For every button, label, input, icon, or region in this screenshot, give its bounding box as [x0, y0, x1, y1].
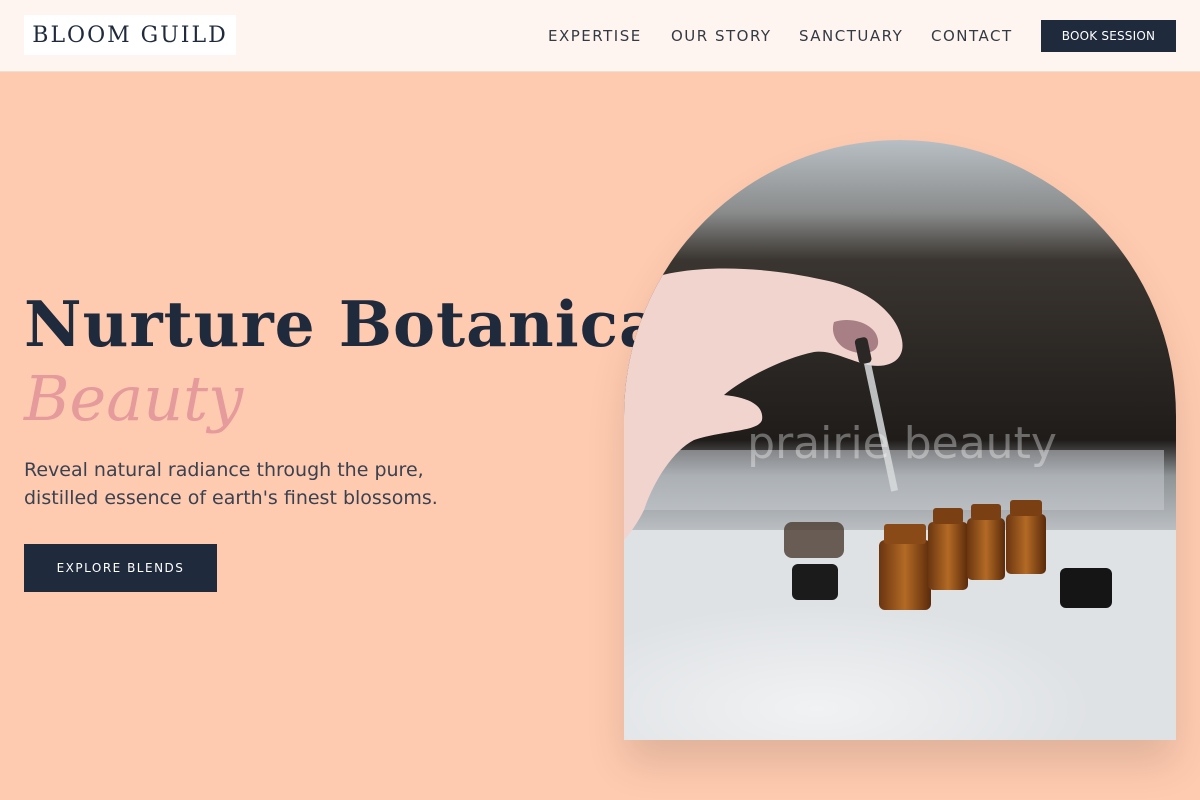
hero-subtitle: Reveal natural radiance through the pure… — [24, 456, 504, 512]
explore-blends-button[interactable]: EXPLORE BLENDS — [24, 544, 217, 592]
hero-title-accent: Beauty — [24, 362, 244, 435]
logo[interactable]: BLOOM GUILD — [24, 15, 236, 55]
nav-link-contact[interactable]: CONTACT — [931, 0, 1013, 72]
site-header: BLOOM GUILD EXPERTISE OUR STORY SANCTUAR… — [0, 0, 1200, 72]
image-watermark: prairie beauty — [747, 418, 1057, 469]
book-session-button[interactable]: BOOK SESSION — [1041, 20, 1176, 52]
nav-link-expertise[interactable]: EXPERTISE — [548, 0, 642, 72]
hero-subtitle-line-1: Reveal natural radiance through the pure… — [24, 459, 424, 481]
nav-link-sanctuary[interactable]: SANCTUARY — [799, 0, 903, 72]
hero-title: Nurture Botanical — [24, 287, 686, 361]
nav-link-our-story[interactable]: OUR STORY — [671, 0, 772, 72]
logo-text: BLOOM GUILD — [32, 22, 228, 48]
hero-subtitle-line-2: distilled essence of earth's finest blos… — [24, 487, 438, 509]
hero-image: prairie beauty — [624, 140, 1176, 740]
